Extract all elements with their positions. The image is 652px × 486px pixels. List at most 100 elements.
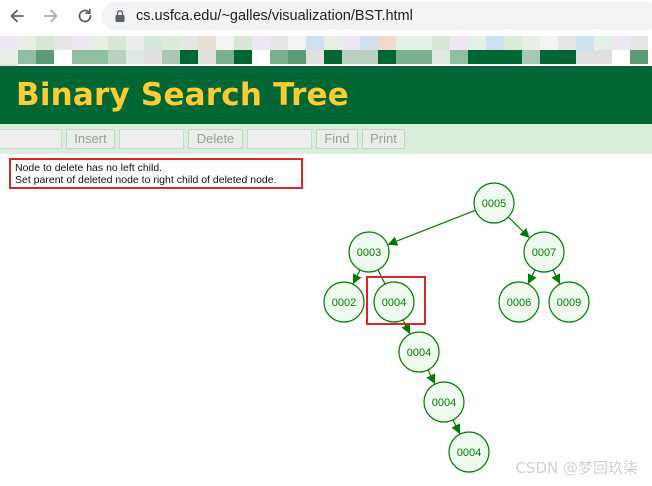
bookmark-blur-cell: [558, 36, 576, 50]
arrow-right-icon: [44, 9, 58, 23]
arrow-left-icon: [10, 9, 24, 23]
bookmark-blur-cell: [306, 36, 324, 50]
bookmark-blur-cell: [522, 36, 540, 50]
bookmark-blur-cell: [198, 50, 216, 64]
bookmark-blur-cell: [540, 50, 558, 64]
bookmark-blur-cell: [342, 50, 360, 64]
bookmark-blur-cell: [198, 36, 216, 50]
bookmark-blur-cell: [414, 36, 432, 50]
tree-node-label: 0004: [382, 297, 406, 309]
bookmark-blur-cell: [288, 36, 306, 50]
back-button[interactable]: [4, 3, 30, 29]
bookmark-blur-cell: [504, 50, 522, 64]
insert-input[interactable]: [0, 129, 62, 149]
tree-node-label: 0004: [407, 347, 431, 359]
tree-nodes: 0005 0003 0007 0002 0004 0006 0009 0004 0004 0004: [323, 182, 590, 473]
bookmark-blur-cell: [612, 50, 630, 64]
bookmark-blur-cell: [0, 36, 18, 50]
bookmark-blur-cell: [378, 36, 396, 50]
bookmark-blur-cell: [576, 36, 594, 50]
watermark: CSDN @梦回玖柒: [515, 459, 638, 477]
browser-window: cs.usfca.edu/~galles/visualization/BST.h…: [0, 0, 652, 486]
bookmark-blur-cell: [432, 36, 450, 50]
bookmark-blur-cell: [0, 50, 18, 64]
bookmark-blur-cell: [288, 50, 306, 64]
lock-icon[interactable]: [114, 9, 126, 23]
delete-input[interactable]: [119, 129, 184, 149]
bookmark-blur-cell: [486, 36, 504, 50]
tree-node-label: 0004: [432, 397, 456, 409]
title-banner: Binary Search Tree: [0, 66, 652, 124]
bookmark-blur-cell: [630, 36, 648, 50]
bookmark-blur-cell: [36, 36, 54, 50]
tree-node-label: 0002: [332, 297, 356, 309]
bookmark-blur-cell: [234, 50, 252, 64]
tree-node-label: 0003: [357, 247, 381, 259]
bookmark-blur-cell: [612, 36, 630, 50]
tree-edge-n5-n3: [387, 209, 476, 246]
tree-edge-n4b-n4c: [426, 369, 436, 385]
bookmark-blur-cell: [576, 50, 594, 64]
bookmark-blur-cell: [378, 50, 396, 64]
tree-node-n4c: 0004: [423, 381, 465, 423]
tree-edge-n7-n9: [551, 269, 561, 285]
bookmark-blur-cell: [216, 36, 234, 50]
bookmark-blur-cell: [72, 50, 90, 64]
bookmark-blur-cell: [18, 50, 36, 64]
bookmark-blur-cell: [306, 50, 324, 64]
bookmark-blur-cell: [324, 36, 342, 50]
insert-button[interactable]: Insert: [66, 129, 115, 149]
bookmark-blur-cell: [252, 36, 270, 50]
bookmark-blur-cell: [504, 36, 522, 50]
bookmark-blur-cell: [36, 50, 54, 64]
find-button[interactable]: Find: [316, 129, 358, 149]
bookmark-blur-cell: [90, 50, 108, 64]
bookmark-blur-cell: [180, 36, 198, 50]
controls-bar: Insert Delete Find Print: [0, 124, 652, 154]
bookmark-blur-cell: [54, 50, 72, 64]
tree-node-n2: 0002: [323, 281, 365, 323]
bookmark-blur-cell: [342, 36, 360, 50]
tree-node-n7: 0007: [523, 231, 565, 273]
forward-button[interactable]: [38, 3, 64, 29]
address-bar[interactable]: cs.usfca.edu/~galles/visualization/BST.h…: [102, 2, 652, 30]
bookmark-blur-cell: [414, 50, 432, 64]
bookmark-blur-cell: [126, 36, 144, 50]
tree-node-n4a: 0004: [373, 281, 415, 323]
bookmark-blur-cell: [594, 36, 612, 50]
bookmark-blur-cell: [18, 36, 36, 50]
bookmark-blur-cell: [540, 36, 558, 50]
tree-node-label: 0004: [457, 447, 481, 459]
bookmark-blur-cell: [432, 50, 450, 64]
bookmark-blur-cell: [162, 36, 180, 50]
find-input[interactable]: [247, 129, 312, 149]
bookmark-blur-cell: [396, 50, 414, 64]
tree-node-n3: 0003: [348, 231, 390, 273]
delete-button[interactable]: Delete: [188, 129, 243, 149]
tree-node-label: 0007: [532, 247, 556, 259]
tree-edge-n4c-n4d: [451, 419, 461, 435]
bookmark-blur-cell: [486, 50, 504, 64]
bookmark-blur-cell: [54, 36, 72, 50]
tree-node-label: 0006: [507, 297, 531, 309]
url-host: cs.usfca.edu: [136, 8, 218, 24]
bookmark-blur-cell: [108, 50, 126, 64]
bookmark-blur-cell: [324, 50, 342, 64]
tree-edge-n3-n2: [352, 269, 362, 285]
tree-node-label: 0005: [482, 198, 506, 210]
url-text: cs.usfca.edu/~galles/visualization/BST.h…: [136, 8, 413, 24]
tree-node-n6: 0006: [498, 281, 540, 323]
bookmark-blur-cell: [450, 50, 468, 64]
tree-node-label: 0009: [557, 297, 581, 309]
tree-edge-n5-n7: [507, 216, 530, 238]
reload-icon: [78, 8, 92, 23]
print-button[interactable]: Print: [362, 129, 405, 149]
bookmark-blur-cell: [270, 50, 288, 64]
tree-canvas: 0005 0003 0007 0002 0004 0006 0009 0004 0004 0004: [323, 182, 590, 473]
reload-button[interactable]: [72, 3, 98, 29]
bookmark-blur-cell: [522, 50, 540, 64]
tree-node-n4b: 0004: [398, 331, 440, 373]
bookmark-blur-cell: [360, 36, 378, 50]
bookmark-blur-cell: [594, 50, 612, 64]
page-title: Binary Search Tree: [16, 77, 350, 113]
